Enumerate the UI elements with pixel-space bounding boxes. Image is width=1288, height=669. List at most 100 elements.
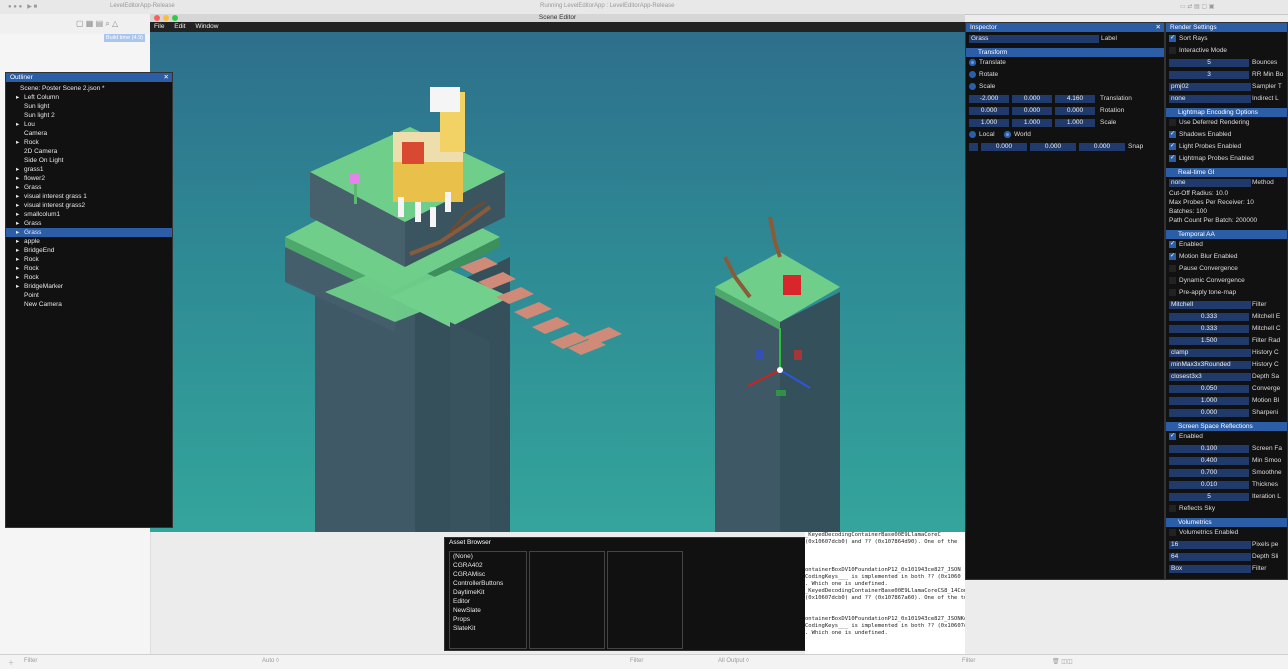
disclosure-arrow-icon[interactable]: ▸ [16,210,24,219]
mitchell-b-slider[interactable]: 0.333 [1169,313,1249,321]
mode-rotate[interactable]: Rotate [969,71,998,79]
filter-field-mid[interactable]: Filter [630,658,643,664]
scale-y[interactable]: 1.000 [1012,119,1052,127]
outliner-item[interactable]: 2D Camera [6,147,172,156]
auto-menu[interactable]: Auto ◊ [262,658,279,664]
history-clamp-select[interactable]: clamp [1169,349,1251,357]
sharpen-slider[interactable]: 0.000 [1169,409,1249,417]
toolbar-icons[interactable]: ▭ ⇄ ▤ ▢ ▣ [1180,3,1214,10]
asset-folder-item[interactable]: Editor [450,597,526,606]
min-smooth-slider[interactable]: 0.400 [1169,457,1249,465]
asset-folder-item[interactable]: (None) [450,552,526,561]
transform-header[interactable]: Transform [966,48,1164,57]
outliner-item[interactable]: ▸ apple [6,237,172,246]
shadows-enabled-checkbox[interactable]: ✓ Shadows Enabled [1169,131,1231,139]
preapply-tonemap-checkbox[interactable]: Pre-apply tone-map [1169,289,1236,297]
window-controls[interactable]: ● ● ● ▶ ■ [8,3,37,10]
asset-folder-item[interactable]: SlateKit [450,624,526,633]
taa-enabled-checkbox[interactable]: ✓ Enabled [1169,241,1203,249]
outliner-item[interactable]: Side On Light [6,156,172,165]
outliner-item[interactable]: Camera [6,129,172,138]
disclosure-arrow-icon[interactable]: ▸ [16,192,24,201]
disclosure-arrow-icon[interactable]: ▸ [16,228,24,237]
scale-x[interactable]: 1.000 [969,119,1009,127]
space-local[interactable]: Local [969,131,995,139]
disclosure-arrow-icon[interactable]: ▸ [16,219,24,228]
screen-fade-slider[interactable]: 0.100 [1169,445,1249,453]
smoothness-slider[interactable]: 0.700 [1169,469,1249,477]
ssr-header[interactable]: Screen Space Reflections [1166,422,1287,431]
outliner-item[interactable]: New Camera [6,300,172,309]
volumetrics-header[interactable]: Volumetrics [1166,518,1287,527]
add-icon[interactable]: ＋ [8,658,14,667]
close-icon[interactable]: ✕ [1156,23,1161,32]
outliner-item[interactable]: Point [6,291,172,300]
scale-z[interactable]: 1.000 [1055,119,1095,127]
iteration-slider[interactable]: 5 [1169,493,1249,501]
converge-slider[interactable]: 0.050 [1169,385,1249,393]
snap-toggle[interactable] [969,143,978,151]
rr-min-bounces-slider[interactable]: 3 [1169,71,1249,79]
navigator-icons[interactable]: ▢ ▦ ▤ ⌕ △ [76,19,118,29]
close-window-button[interactable] [154,15,160,21]
dynamic-convergence-checkbox[interactable]: Dynamic Convergence [1169,277,1245,285]
sort-rays-checkbox[interactable]: ✓ Sort Rays [1169,35,1208,43]
translation-x[interactable]: -2.000 [969,95,1009,103]
disclosure-arrow-icon[interactable]: ▸ [16,183,24,192]
ssr-enabled-checkbox[interactable]: ✓ Enabled [1169,433,1203,441]
asset-folder-item[interactable]: DaytimeKit [450,588,526,597]
volumetrics-enabled-checkbox[interactable]: Volumetrics Enabled [1169,529,1238,537]
disclosure-arrow-icon[interactable]: ▸ [16,174,24,183]
disclosure-arrow-icon[interactable]: ▸ [16,282,24,291]
space-world[interactable]: World [1004,131,1031,139]
outliner-item[interactable]: ▸ flower2 [6,174,172,183]
depth-slices-select[interactable]: 64 [1169,553,1251,561]
asset-folder-item[interactable]: ControllerButtons [450,579,526,588]
snap-y[interactable]: 0.000 [1030,143,1076,151]
disclosure-arrow-icon[interactable]: ▸ [16,255,24,264]
outliner-item[interactable]: ▸ smallcolum1 [6,210,172,219]
outliner-item[interactable]: ▸ Left Column [6,93,172,102]
vol-filter-select[interactable]: Box [1169,565,1251,573]
outliner-item[interactable]: Sun light 2 [6,111,172,120]
output-menu[interactable]: All Output ◊ [718,658,749,664]
disclosure-arrow-icon[interactable]: ▸ [16,165,24,174]
disclosure-arrow-icon[interactable]: ▸ [16,237,24,246]
disclosure-arrow-icon[interactable]: ▸ [16,93,24,102]
zoom-window-button[interactable] [172,15,178,21]
outliner-item[interactable]: ▸ Rock [6,255,172,264]
outliner-item[interactable]: Sun light [6,102,172,111]
thickness-slider[interactable]: 0.010 [1169,481,1249,489]
interactive-mode-checkbox[interactable]: Interactive Mode [1169,47,1227,55]
name-field[interactable]: Grass [969,35,1099,43]
mode-scale[interactable]: Scale [969,83,995,91]
disclosure-arrow-icon[interactable]: ▸ [16,273,24,282]
mode-translate[interactable]: Translate [969,59,1006,67]
outliner-item[interactable]: ▸ Rock [6,138,172,147]
pause-convergence-checkbox[interactable]: Pause Convergence [1169,265,1238,273]
disclosure-arrow-icon[interactable]: ▸ [16,138,24,147]
lightmap-probes-checkbox[interactable]: ✓ Lightmap Probes Enabled [1169,155,1254,163]
outliner-item[interactable]: ▸ visual interest grass2 [6,201,172,210]
scheme-target[interactable]: LevelEditorApp-Release [110,3,175,9]
history-color-select[interactable]: minMax3x3Rounded [1169,361,1251,369]
asset-folder-item[interactable]: NewSlate [450,606,526,615]
disclosure-arrow-icon[interactable]: ▸ [16,201,24,210]
trash-icon[interactable]: 🗑 ◫◫ [1052,658,1073,665]
rotation-x[interactable]: 0.000 [969,107,1009,115]
asset-folder-item[interactable]: Props [450,615,526,624]
outliner-item[interactable]: ▸ BridgeMarker [6,282,172,291]
outliner-item[interactable]: ▸ Lou [6,120,172,129]
snap-x[interactable]: 0.000 [981,143,1027,151]
use-deferred-checkbox[interactable]: Use Deferred Rendering [1169,119,1249,127]
bounces-slider[interactable]: 5 [1169,59,1249,67]
menu-file[interactable]: File [150,22,168,31]
disclosure-arrow-icon[interactable]: ▸ [16,246,24,255]
outliner-item[interactable]: ▸ grass1 [6,165,172,174]
asset-folder-item[interactable]: CGRAMisc [450,570,526,579]
menu-window[interactable]: Window [191,22,222,31]
pixels-per-select[interactable]: 16 [1169,541,1251,549]
debug-console[interactable]: _KeyedDecodingContainerBase00E9LlamaCore… [805,532,965,654]
filter-radius-slider[interactable]: 1.500 [1169,337,1249,345]
rotation-z[interactable]: 0.000 [1055,107,1095,115]
